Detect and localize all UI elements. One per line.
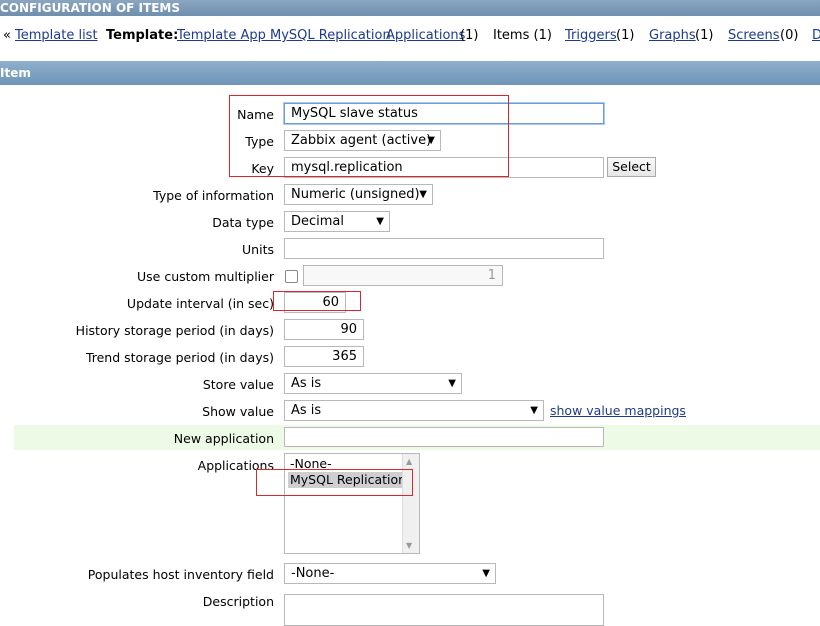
data-type-label: Data type — [212, 215, 274, 230]
breadcrumb: « Template list Template: Template App M… — [0, 28, 820, 48]
units-label: Units — [242, 242, 274, 257]
tab-applications-count: (1) — [460, 28, 479, 43]
multiplier-checkbox[interactable] — [285, 270, 298, 283]
template-label: Template: — [106, 28, 179, 43]
multiplier-input[interactable]: 1 — [303, 265, 503, 286]
show-value-select[interactable]: As is ▼ — [284, 400, 544, 421]
chevron-down-icon: ▼ — [448, 378, 456, 389]
tab-items: Items (1) — [493, 28, 552, 43]
applications-listbox[interactable]: -None- MySQL Replication ▲ ▼ — [284, 453, 420, 554]
key-input[interactable]: mysql.replication — [284, 157, 604, 178]
type-info-select[interactable]: Numeric (unsigned) ▼ — [284, 184, 433, 205]
history-input[interactable]: 90 — [284, 319, 364, 340]
name-label: Name — [237, 107, 274, 122]
tab-screens[interactable]: Screens — [728, 28, 779, 43]
tab-applications[interactable]: Applications — [386, 28, 465, 43]
multiplier-label: Use custom multiplier — [137, 269, 274, 284]
inventory-value: -None- — [291, 566, 335, 581]
new-application-input[interactable] — [284, 427, 604, 447]
section-header: Item — [0, 61, 820, 85]
description-label: Description — [202, 594, 274, 609]
applications-scrollbar[interactable]: ▲ ▼ — [402, 454, 419, 553]
tab-graphs-count: (1) — [695, 28, 714, 43]
show-value-mappings-link[interactable]: show value mappings — [550, 403, 686, 418]
data-type-value: Decimal — [291, 214, 345, 229]
scroll-down-icon[interactable]: ▼ — [406, 541, 412, 550]
select-key-button[interactable]: Select — [607, 157, 656, 177]
template-list-link[interactable]: Template list — [15, 28, 98, 43]
key-label: Key — [251, 161, 274, 176]
data-type-select[interactable]: Decimal ▼ — [284, 211, 390, 232]
tab-graphs[interactable]: Graphs — [649, 28, 696, 43]
name-input[interactable]: MySQL slave status — [284, 103, 604, 124]
description-textarea[interactable] — [284, 594, 604, 626]
store-value-label: Store value — [202, 377, 274, 392]
tab-triggers[interactable]: Triggers — [565, 28, 617, 43]
units-input[interactable] — [284, 238, 604, 259]
trend-input[interactable]: 365 — [284, 346, 364, 367]
inventory-label: Populates host inventory field — [87, 567, 274, 582]
trend-label: Trend storage period (in days) — [85, 350, 274, 365]
type-info-label: Type of information — [153, 188, 274, 203]
back-arrow-icon: « — [3, 28, 11, 43]
list-item[interactable]: MySQL Replication — [288, 472, 409, 488]
applications-label: Applications — [197, 458, 274, 473]
new-application-label: New application — [173, 431, 274, 446]
template-name-link[interactable]: Template App MySQL Replication — [177, 28, 391, 43]
type-select[interactable]: Zabbix agent (active) ▼ — [284, 130, 441, 151]
chevron-down-icon: ▼ — [530, 405, 538, 416]
store-value-select[interactable]: As is ▼ — [284, 373, 462, 394]
show-value-label: Show value — [202, 404, 274, 419]
list-item[interactable]: -None- — [288, 456, 334, 472]
show-value-value: As is — [291, 403, 322, 418]
tab-next-cut[interactable]: D — [812, 28, 820, 43]
update-interval-input[interactable]: 60 — [284, 292, 346, 313]
scroll-up-icon[interactable]: ▲ — [406, 457, 412, 466]
chevron-down-icon: ▼ — [376, 216, 384, 227]
type-label: Type — [245, 134, 274, 149]
tab-triggers-count: (1) — [616, 28, 635, 43]
type-select-value: Zabbix agent (active) — [291, 133, 432, 148]
chevron-down-icon: ▼ — [482, 568, 490, 579]
type-info-value: Numeric (unsigned) — [291, 187, 420, 202]
update-interval-label: Update interval (in sec) — [126, 296, 274, 311]
chevron-down-icon: ▼ — [419, 189, 427, 200]
inventory-select[interactable]: -None- ▼ — [284, 563, 496, 584]
section-title: Item — [0, 66, 31, 80]
page-header: CONFIGURATION OF ITEMS — [0, 0, 820, 16]
history-label: History storage period (in days) — [75, 323, 274, 338]
chevron-down-icon: ▼ — [427, 135, 435, 146]
page-header-title: CONFIGURATION OF ITEMS — [0, 1, 180, 15]
tab-screens-count: (0) — [780, 28, 799, 43]
store-value-value: As is — [291, 376, 322, 391]
